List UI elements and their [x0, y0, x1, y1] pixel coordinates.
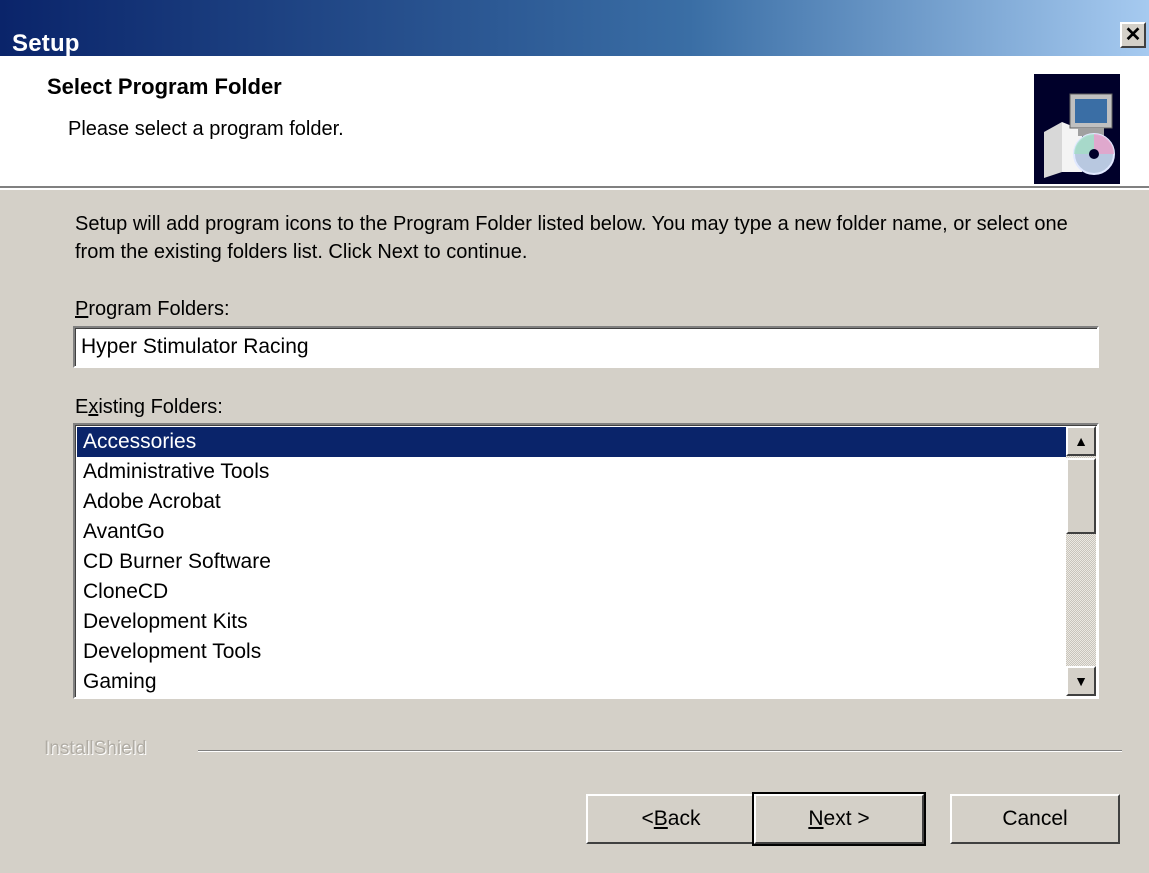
label-text: rogram Folders: — [88, 298, 230, 320]
next-button[interactable]: Next > — [752, 792, 926, 846]
program-folder-input[interactable] — [73, 326, 1099, 368]
button-label: ack — [667, 807, 701, 830]
footer-divider — [198, 750, 1122, 752]
list-item[interactable]: Administrative Tools — [77, 457, 1067, 487]
back-button[interactable]: < Back — [586, 794, 756, 844]
window-title: Setup — [12, 30, 80, 57]
scroll-down-button[interactable]: ▼ — [1066, 666, 1096, 696]
list-item[interactable]: Development Tools — [77, 637, 1067, 667]
list-item[interactable]: AvantGo — [77, 517, 1067, 547]
arrow-down-icon: ▼ — [1074, 673, 1088, 689]
button-label: < — [641, 807, 654, 830]
label-text: E — [75, 396, 89, 418]
arrow-up-icon: ▲ — [1074, 433, 1088, 449]
close-button[interactable]: ✕ — [1120, 22, 1146, 48]
header-title: Select Program Folder — [47, 74, 282, 99]
setup-dialog: Setup ✕ Select Program Folder Please sel… — [0, 0, 1149, 873]
accelerator-key: P — [75, 298, 89, 320]
scroll-up-button[interactable]: ▲ — [1066, 426, 1096, 456]
list-item[interactable]: CD Burner Software — [77, 547, 1067, 577]
cancel-button[interactable]: Cancel — [950, 794, 1120, 844]
close-icon: ✕ — [1124, 24, 1142, 46]
list-items: Accessories Administrative Tools Adobe A… — [77, 427, 1067, 697]
accelerator-key: N — [808, 807, 824, 830]
accelerator-key: B — [653, 807, 668, 830]
label-text: isting Folders: — [98, 396, 223, 418]
list-item[interactable]: Accessories — [77, 427, 1067, 457]
button-label: ext > — [823, 807, 870, 830]
vertical-scrollbar[interactable]: ▲ ▼ — [1066, 426, 1096, 696]
program-folders-label: Program Folders: — [75, 298, 230, 321]
list-item[interactable]: Gaming — [77, 667, 1067, 697]
accelerator-key: x — [88, 396, 99, 418]
instructions-text: Setup will add program icons to the Prog… — [75, 213, 1068, 263]
title-bar[interactable]: Setup ✕ — [0, 0, 1149, 57]
scrollbar-thumb[interactable] — [1066, 458, 1096, 534]
setup-computer-cd-icon — [1034, 74, 1120, 184]
existing-folders-list[interactable]: Accessories Administrative Tools Adobe A… — [73, 423, 1099, 699]
header-subtitle: Please select a program folder. — [68, 118, 344, 140]
list-item[interactable]: Development Kits — [77, 607, 1067, 637]
existing-folders-label: Existing Folders: — [75, 396, 223, 419]
list-item[interactable]: CloneCD — [77, 577, 1067, 607]
list-item[interactable]: Adobe Acrobat — [77, 487, 1067, 517]
dialog-header: Select Program Folder Please select a pr… — [0, 56, 1149, 190]
installshield-brand: InstallShield — [44, 738, 147, 759]
